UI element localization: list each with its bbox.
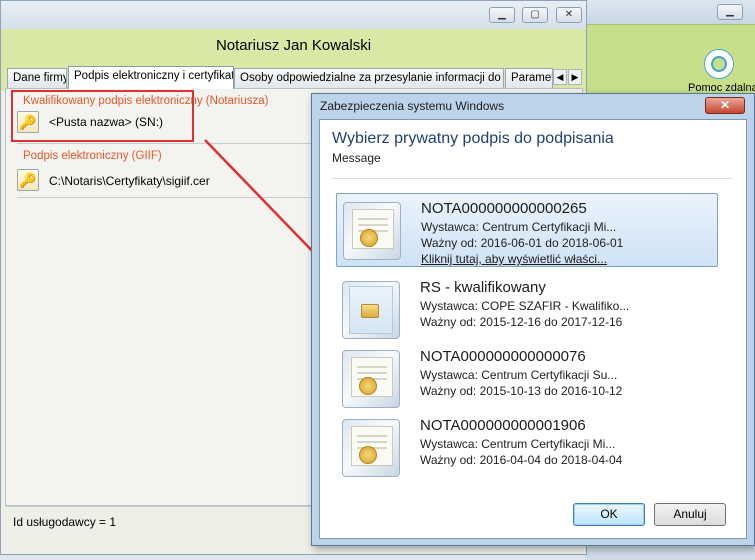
windows-security-dialog: Zabezpieczenia systemu Windows ✕ Wybierz… [311, 93, 755, 546]
certificate-issuer: Wystawca: Centrum Certyfikacji Mi... [421, 220, 617, 234]
certificate-issuer: Wystawca: Centrum Certyfikacji Su... [420, 368, 618, 382]
certificate-item[interactable]: RS - kwalifikowany Wystawca: COPE SZAFIR… [336, 273, 718, 347]
certificate-name: RS - kwalifikowany [420, 279, 546, 296]
certificate-icon [342, 350, 400, 408]
dialog-message: Message [332, 151, 381, 165]
seal-icon [360, 229, 378, 247]
smartcard-icon [342, 281, 400, 339]
certificate-name: NOTA000000000000265 [421, 200, 587, 217]
seal-icon [359, 446, 377, 464]
certificate-issuer: Wystawca: Centrum Certyfikacji Mi... [420, 437, 616, 451]
divider [332, 178, 732, 179]
certificate-icon [342, 419, 400, 477]
tab-podpis-elektroniczny[interactable]: Podpis elektroniczny i certyfikaty [68, 66, 234, 89]
certificate-item[interactable]: NOTA000000000001906 Wystawca: Centrum Ce… [336, 411, 718, 485]
chip-icon [361, 304, 379, 318]
certificate-name: NOTA000000000000076 [420, 348, 586, 365]
certificate-item[interactable]: NOTA000000000000076 Wystawca: Centrum Ce… [336, 342, 718, 416]
certificate-validity: Ważny od: 2015-10-13 do 2016-10-12 [420, 384, 623, 398]
certificate-icon [343, 202, 401, 260]
seal-icon [359, 377, 377, 395]
dialog-content: Wybierz prywatny podpis do podpisania Me… [319, 119, 747, 539]
dialog-title: Zabezpieczenia systemu Windows [320, 99, 505, 113]
certificate-item[interactable]: NOTA000000000000265 Wystawca: Centrum Ce… [336, 193, 718, 267]
certificate-name: NOTA000000000001906 [420, 417, 586, 434]
dialog-heading: Wybierz prywatny podpis do podpisania [332, 130, 614, 147]
certificate-validity: Ważny od: 2016-06-01 do 2018-06-01 [421, 236, 624, 250]
ok-button[interactable]: OK [573, 503, 645, 526]
certificate-issuer: Wystawca: COPE SZAFIR - Kwalifiko... [420, 299, 630, 313]
certificate-validity: Ważny od: 2015-12-16 do 2017-12-16 [420, 315, 623, 329]
certificate-validity: Ważny od: 2016-04-04 do 2018-04-04 [420, 453, 623, 467]
cancel-button[interactable]: Anuluj [654, 503, 726, 526]
certificate-properties-link[interactable]: Kliknij tutaj, aby wyświetlić właści... [421, 252, 607, 266]
close-icon[interactable]: ✕ [705, 97, 745, 114]
